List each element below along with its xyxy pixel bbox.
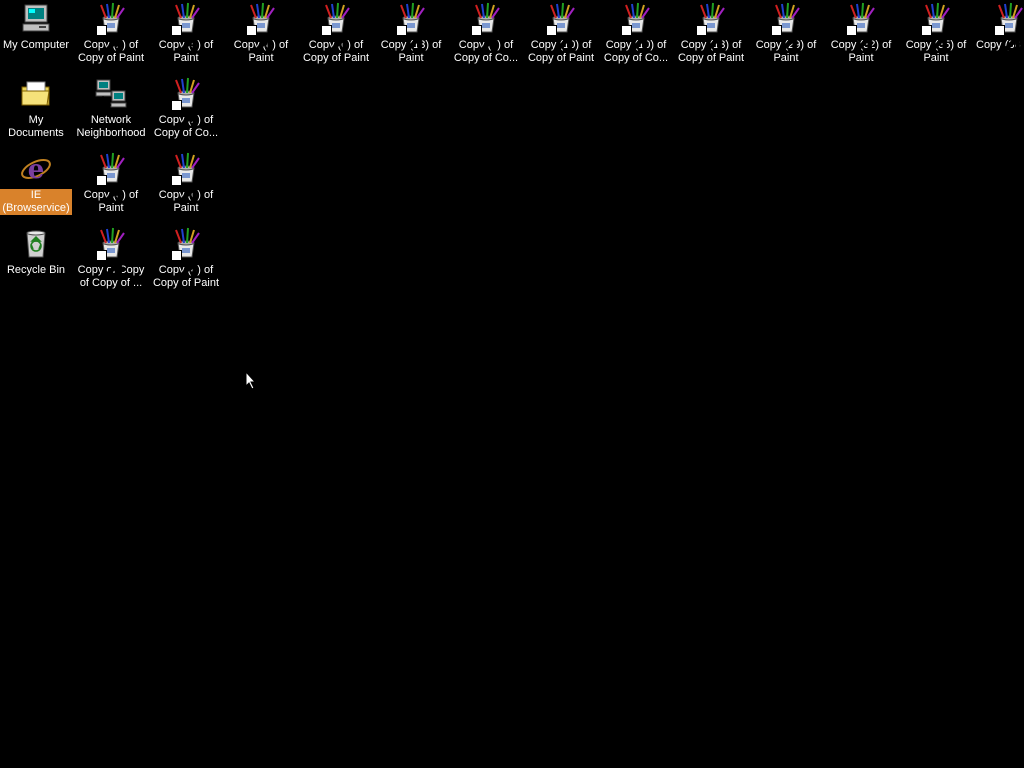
recycle-bin-label: Recycle Bin: [6, 264, 66, 276]
paint-shortcut-glyph: [992, 2, 1024, 55]
shortcut-arrow-icon: [471, 25, 497, 55]
ie-desktop-icon[interactable]: e IE (Browservice): [0, 152, 72, 222]
paint-shortcut-icon[interactable]: Copy (6) of Copy of Paint: [300, 2, 372, 72]
paint-shortcut-glyph: [919, 2, 953, 55]
internet-explorer-icon: e: [19, 152, 53, 186]
shortcut-arrow-icon: [171, 25, 197, 55]
shortcut-arrow-icon: [96, 25, 122, 55]
paint-shortcut-glyph: [94, 227, 128, 280]
paint-shortcut-icon[interactable]: Copy (38 Paint: [975, 2, 1024, 72]
shortcut-arrow-icon: [171, 175, 197, 205]
paint-shortcut-glyph: [169, 2, 203, 55]
paint-shortcut-icon[interactable]: Copy (32) of Paint: [825, 2, 897, 72]
my-documents-desktop-icon[interactable]: My Documents: [0, 77, 72, 147]
paint-shortcut-icon[interactable]: Copy (5) of Paint: [150, 2, 222, 72]
shortcut-arrow-icon: [994, 25, 1020, 55]
shortcut-arrow-icon: [696, 25, 722, 55]
shortcut-arrow-icon: [96, 175, 122, 205]
network-icon: [94, 77, 128, 111]
paint-shortcut-icon[interactable]: Copy (2) of Copy of Paint: [75, 2, 147, 72]
shortcut-arrow-icon: [171, 250, 197, 280]
paint-shortcut-icon[interactable]: Copy (29) of Paint: [750, 2, 822, 72]
paint-shortcut-glyph: [469, 2, 503, 55]
shortcut-arrow-icon: [846, 25, 872, 55]
paint-shortcut-glyph: [544, 2, 578, 55]
paint-shortcut-glyph: [94, 2, 128, 55]
paint-shortcut-glyph: [844, 2, 878, 55]
paint-shortcut-glyph: [94, 152, 128, 205]
ie-label: IE (Browservice): [0, 189, 72, 215]
paint-shortcut-glyph: [769, 2, 803, 55]
shortcut-arrow-icon: [396, 25, 422, 55]
paint-shortcut-glyph: [394, 2, 428, 55]
shortcut-arrow-icon: [921, 25, 947, 55]
paint-shortcut-icon[interactable]: Copy (4) of Copy of Paint: [150, 227, 222, 297]
computer-icon: [19, 2, 53, 36]
my-computer-label: My Computer: [2, 39, 70, 51]
paint-shortcut-glyph: [169, 227, 203, 280]
recycle-bin-icon: [19, 227, 53, 261]
paint-shortcut-icon[interactable]: Copy (6) of Paint: [150, 152, 222, 222]
my-computer-desktop-icon[interactable]: My Computer: [0, 2, 72, 72]
shortcut-arrow-icon: [96, 250, 122, 280]
my-documents-label: My Documents: [8, 114, 64, 139]
shortcut-arrow-icon: [546, 25, 572, 55]
paint-shortcut-icon[interactable]: Copy (35) of Paint: [900, 2, 972, 72]
shortcut-arrow-icon: [621, 25, 647, 55]
paint-shortcut-icon[interactable]: Copy of Copy of Copy of ...: [75, 227, 147, 297]
mouse-cursor-icon: [245, 371, 257, 390]
paint-shortcut-icon[interactable]: Copy (10) of Copy of Co...: [600, 2, 672, 72]
folder-icon: [19, 77, 53, 111]
recycle-bin-desktop-icon[interactable]: Recycle Bin: [0, 227, 72, 297]
paint-shortcut-glyph: [694, 2, 728, 55]
svg-text:e: e: [28, 155, 45, 185]
shortcut-arrow-icon: [246, 25, 272, 55]
paint-shortcut-icon[interactable]: Copy (13) of Copy of Paint: [675, 2, 747, 72]
paint-shortcut-glyph: [319, 2, 353, 55]
paint-shortcut-icon[interactable]: Copy (8) of Paint: [225, 2, 297, 72]
paint-shortcut-glyph: [169, 77, 203, 130]
paint-shortcut-icon[interactable]: Copy (13) of Paint: [375, 2, 447, 72]
paint-shortcut-icon[interactable]: Copy (2) of Copy of Co...: [150, 77, 222, 147]
network-neighborhood-label: Network Neighborhood: [76, 114, 146, 139]
paint-shortcut-icon[interactable]: Copy (3) of Paint: [75, 152, 147, 222]
shortcut-arrow-icon: [771, 25, 797, 55]
shortcut-arrow-icon: [171, 100, 197, 130]
paint-shortcut-icon[interactable]: Copy (10) of Copy of Paint: [525, 2, 597, 72]
paint-shortcut-icon[interactable]: Copy (7) of Copy of Co...: [450, 2, 522, 72]
paint-shortcut-glyph: [619, 2, 653, 55]
desktop[interactable]: My Computer My Documents e IE (Browservi…: [0, 0, 1024, 768]
paint-shortcut-glyph: [169, 152, 203, 205]
network-neighborhood-desktop-icon[interactable]: Network Neighborhood: [75, 77, 147, 147]
shortcut-arrow-icon: [321, 25, 347, 55]
paint-shortcut-glyph: [244, 2, 278, 55]
